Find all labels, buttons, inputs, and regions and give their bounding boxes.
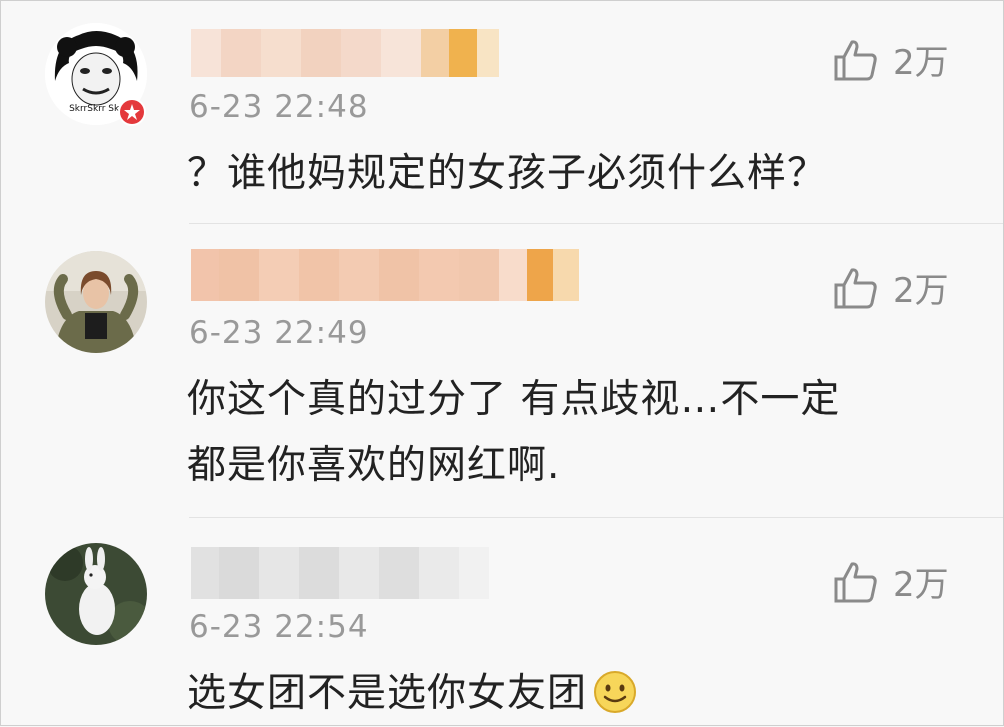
like-count: 2万 [893,43,949,83]
divider [189,517,1003,518]
username-blurred[interactable] [191,29,499,77]
comment-text-line-1: 你这个真的过分了 有点歧视…不一定 [187,377,841,422]
like-count: 2万 [893,271,949,311]
comment-text: 选女团不是选你女友团 [187,661,637,727]
verified-badge-icon [118,98,146,126]
timestamp: 6-23 22:48 [189,89,369,125]
like-count: 2万 [893,565,949,605]
timestamp: 6-23 22:54 [189,609,369,645]
thumbs-up-icon [834,267,877,308]
timestamp: 6-23 22:49 [189,315,369,351]
like-button[interactable]: 2万 [833,263,949,312]
thumbs-up-icon [834,39,877,80]
comment-text-content: 选女团不是选你女友团 [187,671,588,716]
username-blurred[interactable] [191,249,579,301]
comment-list: SkrrSkrr Skr 2万 6-23 22:48 ？谁他妈规定的女孩子必须什… [0,0,1004,726]
thumbs-up-icon [834,561,877,602]
photo-avatar-rabbit-icon [45,543,147,645]
svg-text:SkrrSkrr Skr: SkrrSkrr Skr [69,104,123,114]
like-button[interactable]: 2万 [833,557,949,606]
avatar[interactable] [45,543,147,645]
comment-text: ？谁他妈规定的女孩子必须什么样？ [187,151,828,196]
smile-emoji-icon [594,671,637,713]
avatar[interactable] [45,251,147,353]
like-button[interactable]: 2万 [833,35,949,84]
username-blurred[interactable] [191,547,489,599]
photo-avatar-girl-icon [45,251,147,353]
comment-text-line-2: 都是你喜欢的网红啊. [187,443,561,488]
divider [189,223,1003,224]
